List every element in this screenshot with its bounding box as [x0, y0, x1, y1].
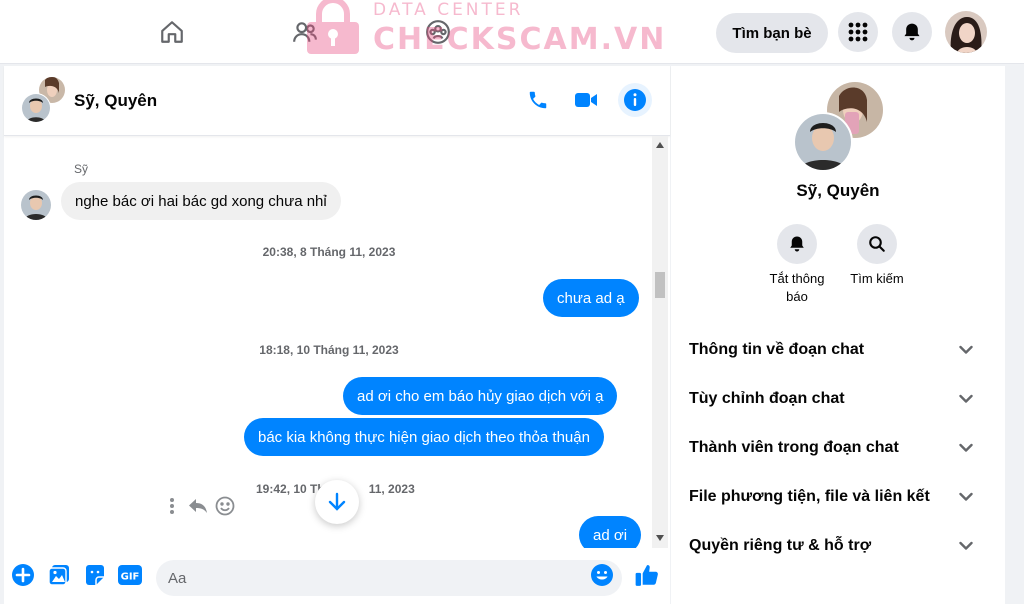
menu-grid-icon[interactable] — [838, 12, 878, 52]
chat-panel: Sỹ, Quyên Sỹ nghe bác ơi hai bác gd xong… — [4, 66, 670, 604]
add-icon[interactable] — [10, 562, 36, 588]
scroll-to-bottom-button[interactable] — [315, 480, 359, 524]
reply-icon[interactable] — [187, 495, 209, 517]
right-edge — [1005, 64, 1024, 604]
message-bubble-outgoing[interactable]: ad ơi cho em báo hủy giao dịch với ạ — [343, 377, 618, 415]
message-bubble-outgoing[interactable]: chưa ad ạ — [543, 279, 639, 317]
top-bar: DATA CENTER CHECKSCAM.VN Tìm bạn bè — [0, 0, 1024, 64]
section-chat-info[interactable]: Thông tin về đoạn chat — [681, 328, 981, 372]
scroll-down-icon[interactable] — [656, 535, 664, 541]
watermark: DATA CENTER CHECKSCAM.VN — [305, 0, 664, 58]
chat-header: Sỹ, Quyên — [4, 66, 670, 136]
gif-icon[interactable]: GIF — [116, 562, 144, 588]
section-privacy-support[interactable]: Quyền riêng tư & hỗ trợ — [681, 524, 981, 568]
notifications-icon[interactable] — [892, 12, 932, 52]
section-label: File phương tiện, file và liên kết — [689, 488, 930, 505]
chevron-down-icon — [959, 394, 973, 403]
sender-avatar[interactable] — [21, 190, 51, 220]
video-call-icon[interactable] — [572, 86, 600, 114]
more-options-icon[interactable] — [161, 495, 183, 517]
section-customize-chat[interactable]: Tùy chỉnh đoạn chat — [681, 377, 981, 421]
home-icon[interactable] — [154, 14, 190, 50]
react-emoji-icon[interactable] — [214, 495, 236, 517]
timestamp-end: 11, 2023 — [368, 482, 415, 496]
conversation-name: Sỹ, Quyên — [796, 181, 880, 200]
section-label: Thông tin về đoạn chat — [689, 341, 865, 358]
emoji-icon[interactable] — [589, 562, 615, 588]
chat-title[interactable]: Sỹ, Quyên — [74, 91, 157, 111]
info-icon[interactable] — [618, 83, 652, 117]
mute-notifications-button[interactable]: Tắt thông báo — [757, 224, 837, 306]
message-bubble-incoming[interactable]: nghe bác ơi hai bác gd xong chưa nhỉ — [61, 182, 341, 220]
sender-name: Sỹ — [74, 162, 89, 176]
chevron-down-icon — [959, 345, 973, 354]
timestamp-start: 19:42, 10 Th — [256, 482, 325, 496]
sticker-icon[interactable] — [82, 562, 108, 588]
search-conversation-button[interactable]: Tìm kiếm — [837, 224, 917, 288]
conversation-info-panel: Sỹ, Quyên Tắt thông báo Tìm kiếm Thông t… — [671, 66, 1005, 604]
message-input[interactable] — [156, 560, 622, 596]
message-bubble-outgoing[interactable]: bác kia không thực hiện giao dịch theo t… — [244, 418, 604, 456]
group-avatar-large[interactable] — [793, 80, 885, 172]
scroll-up-icon[interactable] — [656, 142, 664, 148]
friends-icon[interactable] — [287, 14, 323, 50]
like-icon[interactable] — [632, 560, 662, 590]
chat-scrollbar[interactable] — [652, 136, 668, 548]
svg-text:GIF: GIF — [121, 572, 140, 583]
message-timestamp: 20:38, 8 Tháng 11, 2023 — [262, 245, 396, 259]
arrow-down-icon — [328, 492, 346, 511]
search-icon — [857, 224, 897, 264]
chevron-down-icon — [959, 541, 973, 550]
profile-avatar[interactable] — [945, 11, 987, 53]
mute-notifications-label: Tắt thông báo — [769, 271, 825, 304]
find-friends-button[interactable]: Tìm bạn bè — [716, 13, 828, 53]
group-avatar[interactable] — [20, 76, 68, 124]
photo-icon[interactable] — [46, 562, 72, 588]
watermark-main-text: CHECKSCAM.VN — [373, 22, 667, 57]
search-label: Tìm kiếm — [850, 271, 904, 286]
groups-icon[interactable] — [420, 14, 456, 50]
chevron-down-icon — [959, 443, 973, 452]
section-media-files-links[interactable]: File phương tiện, file và liên kết — [681, 475, 981, 519]
message-bubble-outgoing[interactable]: ad ơi — [579, 516, 642, 548]
message-timestamp: 18:18, 10 Tháng 11, 2023 — [259, 343, 399, 357]
section-label: Thành viên trong đoạn chat — [689, 439, 899, 456]
phone-icon[interactable] — [524, 86, 552, 114]
scroll-thumb[interactable] — [655, 272, 665, 298]
section-label: Tùy chỉnh đoạn chat — [689, 390, 845, 407]
chevron-down-icon — [959, 492, 973, 501]
composer: GIF — [4, 548, 670, 604]
section-chat-members[interactable]: Thành viên trong đoạn chat — [681, 426, 981, 470]
bell-icon — [777, 224, 817, 264]
section-label: Quyền riêng tư & hỗ trợ — [689, 537, 872, 554]
